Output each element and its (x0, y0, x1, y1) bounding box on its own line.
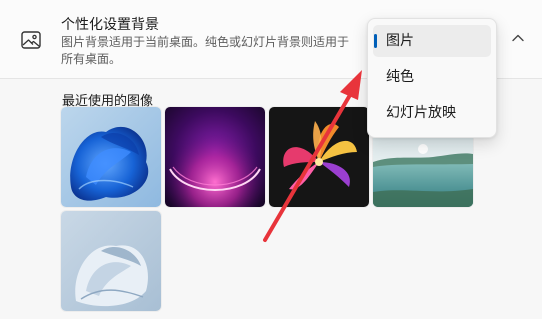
recent-image-white-bloom[interactable] (61, 211, 161, 311)
dropdown-option-solid-color[interactable]: 纯色 (373, 61, 491, 93)
image-icon (21, 31, 41, 49)
chevron-up-icon[interactable] (508, 28, 528, 48)
recent-image-blue-bloom[interactable] (61, 107, 161, 207)
background-type-dropdown[interactable]: 图片 纯色 幻灯片放映 (367, 18, 497, 138)
dropdown-option-picture[interactable]: 图片 (373, 25, 491, 57)
recent-image-colorful-flower[interactable] (269, 107, 369, 207)
setting-description: 图片背景适用于当前桌面。纯色或幻灯片背景则适用于所有桌面。 (61, 35, 350, 66)
setting-title: 个性化设置背景 (61, 17, 159, 33)
dropdown-option-slideshow[interactable]: 幻灯片放映 (373, 97, 491, 129)
recent-image-purple-glow[interactable] (165, 107, 265, 207)
